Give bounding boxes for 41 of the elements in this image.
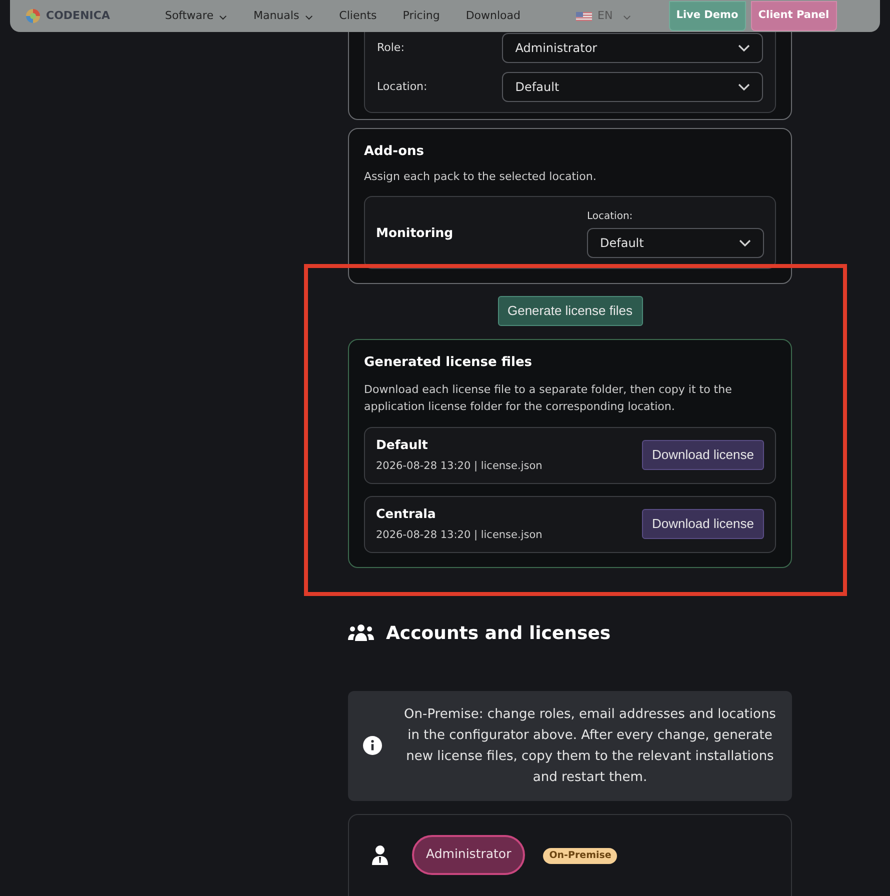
flag-icon (576, 12, 592, 20)
file-meta: 2026-08-28 13:20 | license.json (376, 458, 542, 474)
info-text: On-Premise: change roles, email addresses and locations in the configurator above. After every change, generate new license files, copy them to the relevant installations and restart them. (403, 706, 777, 786)
nav-link[interactable]: Download (466, 8, 521, 24)
addon-name: Monitoring (376, 224, 454, 242)
generated-description: Download each license file to a separate folder, then copy it to the application license folder for the corresponding location. (364, 382, 733, 414)
generate-license-button[interactable]: Generate license files (498, 296, 642, 326)
nav-link[interactable]: Software (164, 8, 228, 24)
nav-link[interactable]: Clients (339, 8, 377, 24)
generated-title: Generated license files (364, 354, 534, 372)
download-license-button[interactable]: Download license (642, 440, 764, 470)
location-select[interactable]: Default (502, 72, 763, 102)
nav-link[interactable]: Manuals (253, 8, 314, 24)
chevron-down-icon (738, 83, 750, 91)
chevron-down-icon (219, 15, 228, 20)
nav-link[interactable]: Pricing (402, 8, 440, 24)
client-panel-button[interactable]: Client Panel (750, 1, 837, 31)
role-pill[interactable]: Administrator (412, 834, 526, 874)
chevron-down-icon (739, 239, 751, 247)
addons-title: Add-ons (364, 143, 425, 161)
location-select[interactable]: Default (587, 228, 764, 258)
chevron-down-icon (305, 15, 314, 20)
location-name: Default (376, 436, 429, 454)
users-icon (348, 624, 374, 642)
logo-icon (26, 9, 40, 23)
info-icon (363, 736, 382, 755)
field-label: Location: (377, 78, 428, 95)
chevron-down-icon (622, 14, 631, 20)
user-icon (371, 844, 389, 864)
file-meta: 2026-08-28 13:20 | license.json (376, 528, 542, 542)
download-license-button[interactable]: Download license (642, 509, 764, 539)
brand-name[interactable]: CODENICA (46, 8, 110, 24)
live-demo-button[interactable]: Live Demo (668, 1, 746, 31)
field-label: Location: (587, 210, 634, 224)
location-name: Centrala (376, 504, 437, 523)
section-heading: Accounts and licenses (386, 622, 611, 646)
chevron-down-icon (738, 44, 750, 52)
location-select[interactable]: Administrator (502, 33, 763, 63)
deployment-badge: On-Premise (543, 848, 618, 864)
field-label: Role: (377, 40, 406, 56)
addons-description: Assign each pack to the selected location. (364, 168, 598, 184)
